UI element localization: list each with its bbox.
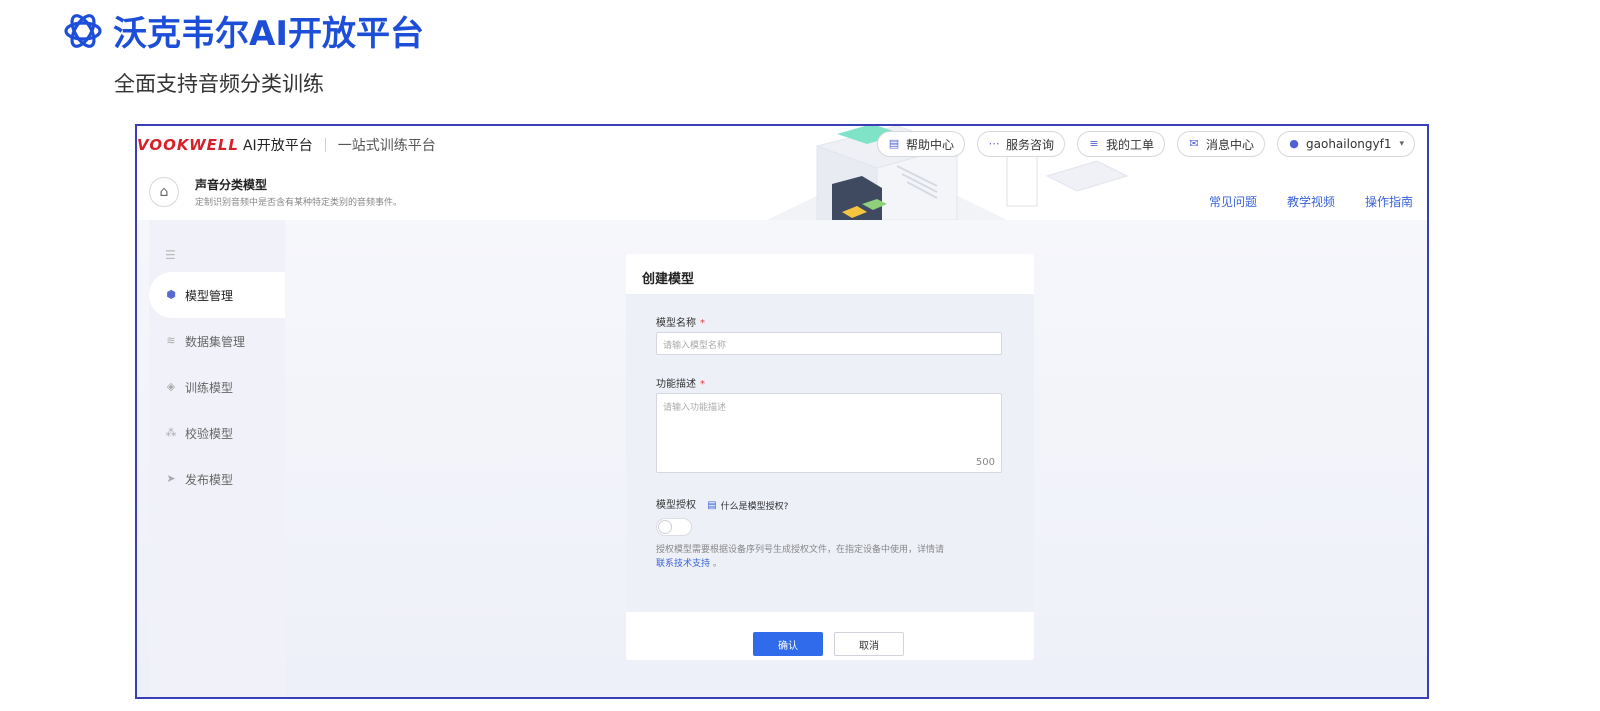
document-icon: ▤ — [888, 137, 900, 150]
sidebar-item-label: 数据集管理 — [185, 334, 246, 349]
slide: 沃克韦尔AI开放平台 全面支持音频分类训练 VOOKWELL AI开放平台 一站… — [0, 0, 1600, 711]
ticket-icon: ≡ — [1089, 137, 1099, 150]
sidebar-item-validate-model[interactable]: ⁂ 校验模型 — [149, 410, 285, 456]
model-info: 声音分类模型 定制识别音频中是否含有某种特定类别的音频事件。 — [195, 176, 402, 208]
help-center-button[interactable]: ▤ 帮助中心 — [876, 131, 965, 157]
sidebar-item-label: 发布模型 — [185, 472, 234, 487]
model-description: 定制识别音频中是否含有某种特定类别的音频事件。 — [195, 198, 403, 208]
confirm-button[interactable]: 确认 — [753, 632, 823, 656]
description-label: 功能描述 * — [656, 375, 705, 390]
brand-divider — [324, 138, 326, 152]
auth-help-text: 什么是模型授权? — [720, 502, 789, 512]
database-icon: ≋ — [166, 334, 176, 347]
app-screenshot: VOOKWELL AI开放平台 一站式训练平台 ▤ 帮助中心 ⋯ 服务咨询 ≡ … — [135, 124, 1429, 699]
page-subtitle: 全面支持音频分类训练 — [114, 72, 324, 96]
dialog-footer: 确认 取消 — [626, 612, 1034, 660]
message-center-label: 消息中心 — [1205, 137, 1254, 152]
required-mark: * — [700, 318, 705, 329]
description-label-text: 功能描述 — [656, 379, 696, 390]
faq-link[interactable]: 常见问题 — [1209, 193, 1257, 210]
user-name: gaohailongyf1 — [1306, 137, 1392, 151]
brand-platform-name: AI开放平台 — [242, 138, 313, 154]
sidebar-item-label: 模型管理 — [185, 288, 234, 303]
model-header: ⌂ 声音分类模型 定制识别音频中是否含有某种特定类别的音频事件。 — [149, 176, 402, 208]
user-menu-button[interactable]: ● gaohailongyf1 ▾ — [1277, 131, 1415, 157]
chat-dots-icon: ⋯ — [988, 137, 1000, 150]
model-auth-label-text: 模型授权 — [656, 500, 696, 511]
app-header: VOOKWELL AI开放平台 一站式训练平台 ▤ 帮助中心 ⋯ 服务咨询 ≡ … — [137, 126, 1427, 220]
required-mark: * — [700, 379, 705, 390]
auth-note: 授权模型需要根据设备序列号生成授权文件，在指定设备中使用，详情请 联系技术支持 … — [656, 543, 996, 571]
dialog-form: 模型名称 * 请输入模型名称 功能描述 * 请输入功能描述 500 模型授权 ▤ — [626, 294, 1034, 612]
document-icon: ▤ — [707, 500, 717, 511]
user-icon: ● — [1289, 137, 1299, 150]
mail-icon: ✉ — [1189, 137, 1199, 150]
home-button[interactable]: ⌂ — [149, 177, 179, 207]
my-tickets-button[interactable]: ≡ 我的工单 — [1076, 131, 1165, 157]
atom-logo-icon — [64, 14, 102, 48]
chevron-down-icon: ▾ — [1399, 139, 1404, 149]
toggle-knob — [658, 520, 672, 534]
description-textarea[interactable]: 请输入功能描述 500 — [656, 393, 1002, 473]
model-name-label-text: 模型名称 — [656, 318, 696, 329]
help-center-label: 帮助中心 — [905, 137, 954, 152]
model-name: 声音分类模型 — [195, 178, 268, 192]
main-content: ☰ ⬢ 模型管理 ≋ 数据集管理 ◈ 训练模型 ⁂ 校验模型 ➤ 发布模型 创建… — [137, 220, 1427, 697]
auth-note-end: 。 — [712, 559, 722, 569]
service-consult-button[interactable]: ⋯ 服务咨询 — [976, 131, 1065, 157]
service-consult-label: 服务咨询 — [1005, 137, 1054, 152]
layers-icon: ◈ — [166, 380, 176, 393]
brand[interactable]: VOOKWELL AI开放平台 一站式训练平台 — [137, 135, 436, 155]
auth-help-link[interactable]: ▤ 什么是模型授权? — [707, 499, 788, 512]
tutorial-video-link[interactable]: 教学视频 — [1287, 193, 1335, 210]
nodes-icon: ⁂ — [165, 426, 177, 439]
model-auth-toggle[interactable] — [656, 518, 692, 536]
dialog-title: 创建模型 — [642, 272, 695, 287]
send-icon: ➤ — [166, 472, 176, 485]
sidebar-item-model-management[interactable]: ⬢ 模型管理 — [149, 272, 285, 318]
page-title: 沃克韦尔AI开放平台 — [113, 14, 424, 54]
operation-guide-link[interactable]: 操作指南 — [1365, 193, 1413, 210]
sidebar-item-label: 训练模型 — [185, 380, 234, 395]
sidebar-item-publish-model[interactable]: ➤ 发布模型 — [149, 456, 285, 502]
home-icon: ⌂ — [159, 184, 169, 200]
sidebar-item-dataset-management[interactable]: ≋ 数据集管理 — [149, 318, 285, 364]
auth-note-text: 授权模型需要根据设备序列号生成授权文件，在指定设备中使用，详情请 — [656, 545, 945, 555]
model-auth-label: 模型授权 ▤ 什么是模型授权? — [656, 496, 788, 512]
my-tickets-label: 我的工单 — [1105, 137, 1154, 152]
message-center-button[interactable]: ✉ 消息中心 — [1176, 131, 1265, 157]
sidebar-item-train-model[interactable]: ◈ 训练模型 — [149, 364, 285, 410]
model-name-label: 模型名称 * — [656, 314, 705, 329]
cube-icon: ⬢ — [166, 288, 176, 301]
create-model-dialog: 创建模型 模型名称 * 请输入模型名称 功能描述 * 请输入功能描述 500 模型授… — [626, 254, 1034, 660]
cancel-button[interactable]: 取消 — [834, 632, 904, 656]
contact-support-link[interactable]: 联系技术支持 — [656, 559, 710, 569]
sidebar-item-label: 校验模型 — [185, 426, 234, 441]
brand-logo: VOOKWELL — [137, 136, 239, 154]
char-count: 500 — [975, 457, 995, 468]
description-placeholder: 请输入功能描述 — [663, 403, 727, 413]
sidebar: ☰ ⬢ 模型管理 ≋ 数据集管理 ◈ 训练模型 ⁂ 校验模型 ➤ 发布模型 — [149, 220, 285, 697]
model-name-input[interactable]: 请输入模型名称 — [656, 332, 1002, 355]
menu-collapse-icon[interactable]: ☰ — [165, 248, 176, 262]
top-actions: ▤ 帮助中心 ⋯ 服务咨询 ≡ 我的工单 ✉ 消息中心 ● gaohailong… — [876, 131, 1415, 157]
brand-suite-name: 一站式训练平台 — [337, 138, 436, 154]
help-links: 常见问题 教学视频 操作指南 — [1209, 193, 1413, 210]
